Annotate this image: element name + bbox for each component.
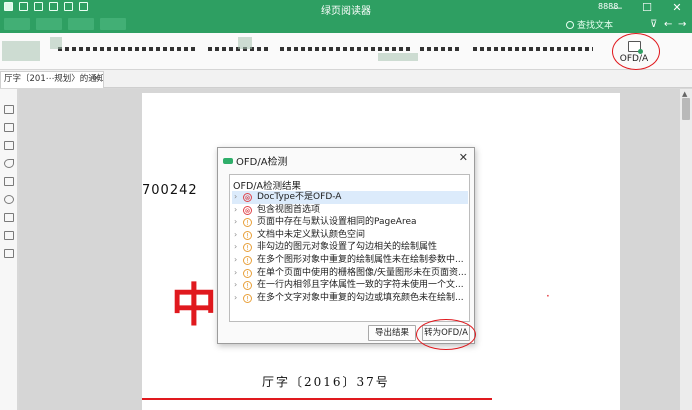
outline-icon[interactable] (4, 105, 14, 114)
export-results-button[interactable]: 导出结果 (368, 325, 416, 341)
red-separator-line (142, 398, 492, 400)
ribbon-tab-1[interactable] (4, 18, 30, 30)
tag-icon[interactable] (4, 159, 14, 168)
document-tab-bar: 厅字〔201⋯规划〉的通知 ✕ (0, 70, 692, 88)
document-tab[interactable]: 厅字〔201⋯规划〉的通知 ✕ (0, 71, 104, 88)
ofd-a-check-dialog: OFD/A检测 ✕ OFD/A检测结果 › ⊗ DocType不是OFD-A › ⊗ 包… (217, 147, 475, 344)
vertical-scrollbar[interactable]: ▲ (680, 89, 692, 410)
result-item[interactable]: › ⊗ DocType不是OFD-A (232, 191, 468, 204)
warning-icon: ! (243, 281, 252, 291)
document-tab-label: 厅字〔201⋯规划〉的通知 (4, 74, 104, 84)
close-button[interactable]: ✕ (662, 0, 692, 16)
signature-icon[interactable] (4, 231, 14, 240)
dialog-title: OFD/A检测 (236, 157, 288, 168)
annotation-circle-convert-button (416, 319, 476, 350)
result-item[interactable]: › ⊗ 包含视图首选项 (232, 204, 468, 217)
chevron-right-icon[interactable]: › (234, 204, 237, 217)
maximize-button[interactable]: ☐ (632, 0, 662, 16)
result-text: 文档中未定义默认颜色空间 (257, 229, 366, 240)
tool-group-main[interactable] (48, 37, 608, 63)
result-item[interactable]: ›! 文档中未定义默认颜色空间 (232, 229, 468, 242)
result-text: DocType不是OFD-A (257, 192, 342, 202)
annotation-circle-ofd-tool (612, 33, 660, 70)
chevron-right-icon[interactable]: › (234, 279, 237, 292)
chevron-right-icon[interactable]: › (234, 216, 237, 229)
dialog-title-bar: OFD/A检测 (223, 153, 288, 168)
result-item[interactable]: ›! 非勾边的图元对象设置了勾边相关的绘制属性 (232, 241, 468, 254)
search-box[interactable]: 查找文本 (566, 18, 642, 31)
result-item[interactable]: ›! 在多个文字对象中重复的勾边或填充颜色未在绘制... (232, 292, 468, 305)
result-text: 在多个文字对象中重复的勾边或填充颜色未在绘制... (257, 292, 464, 303)
ribbon-tab-3[interactable] (68, 18, 94, 30)
result-item[interactable]: ›! 在多个图形对象中重复的绘制属性未在绘制参数中... (232, 254, 468, 267)
chevron-right-icon[interactable]: › (234, 292, 237, 305)
attachment-icon[interactable] (4, 195, 14, 204)
document-serial: 厅字〔2016〕37号 (262, 375, 390, 389)
error-icon: ⊗ (243, 205, 252, 215)
chevron-right-icon[interactable]: › (234, 254, 237, 267)
window-title: 绿页阅读器 (321, 6, 371, 17)
left-sidebar (0, 89, 18, 410)
result-item[interactable]: ›! 在单个页面中使用的栅格图像/矢量图形未在页面资... (232, 267, 468, 280)
warning-icon: ! (243, 218, 252, 228)
chevron-right-icon[interactable]: › (234, 229, 237, 242)
layers-icon[interactable] (4, 141, 14, 150)
scroll-up-icon[interactable]: ▲ (682, 90, 687, 98)
scrollbar-thumb[interactable] (682, 98, 690, 120)
minimize-button[interactable]: — (602, 0, 632, 16)
filter-icon[interactable]: ⊽ (650, 19, 657, 30)
ribbon-tab-4[interactable] (100, 18, 126, 30)
chevron-right-icon[interactable]: › (234, 191, 237, 204)
result-item[interactable]: ›! 页面中存在与默认设置相同的PageArea (232, 216, 468, 229)
warning-icon: ! (243, 268, 252, 278)
warning-icon: ! (243, 243, 252, 253)
document-number: 700242 (142, 183, 198, 198)
search-label: 查找文本 (577, 21, 614, 31)
app-logo-icon (223, 157, 233, 164)
tool-group-1[interactable] (2, 37, 42, 63)
thumbnails-icon[interactable] (4, 123, 14, 132)
pages-icon[interactable] (4, 177, 14, 186)
back-arrow-icon[interactable]: ← (664, 19, 672, 30)
warning-icon: ! (243, 255, 252, 265)
chevron-right-icon[interactable]: › (234, 267, 237, 280)
error-icon: ⊗ (243, 193, 252, 202)
results-list: › ⊗ DocType不是OFD-A › ⊗ 包含视图首选项 ›! 页面中存在与默认设置相… (232, 191, 468, 304)
ribbon-tab-bar: 查找文本 ⊽ ← → (0, 16, 692, 33)
result-text: 包含视图首选项 (257, 204, 321, 215)
close-tab-icon[interactable]: ✕ (92, 72, 100, 87)
warning-icon: ! (243, 293, 252, 303)
red-heading: 中 (171, 278, 217, 332)
red-mark: · (546, 289, 550, 303)
search-icon (566, 20, 574, 29)
annotation-icon[interactable] (4, 213, 14, 222)
result-text: 非勾边的图元对象设置了勾边相关的绘制属性 (257, 242, 438, 253)
warning-icon: ! (243, 230, 252, 240)
document-info-icon[interactable] (4, 249, 14, 258)
results-label: OFD/A检测结果 (233, 181, 301, 192)
ribbon-tab-2[interactable] (36, 18, 62, 30)
result-item[interactable]: ›! 在一行内相邻且字体属性一致的字符未使用一个文... (232, 279, 468, 292)
dialog-close-button[interactable]: ✕ (459, 151, 468, 164)
result-text: 页面中存在与默认设置相同的PageArea (257, 217, 417, 228)
result-text: 在多个图形对象中重复的绘制属性未在绘制参数中... (257, 254, 464, 265)
chevron-right-icon[interactable]: › (234, 241, 237, 254)
result-text: 在单个页面中使用的栅格图像/矢量图形未在页面资... (257, 267, 467, 278)
ribbon-toolbar (0, 33, 692, 70)
result-text: 在一行内相邻且字体属性一致的字符未使用一个文... (257, 280, 464, 291)
forward-arrow-icon[interactable]: → (678, 19, 686, 30)
results-panel: OFD/A检测结果 › ⊗ DocType不是OFD-A › ⊗ 包含视图首选项 ›! 页… (229, 174, 470, 322)
title-bar: 绿页阅读器 8888 — ☐ ✕ (0, 0, 692, 17)
